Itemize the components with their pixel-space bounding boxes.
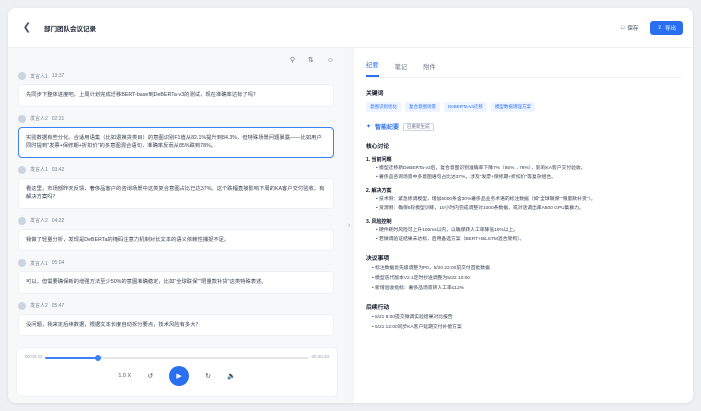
keyword-tag[interactable]: 模型数据增强方案 — [490, 102, 535, 112]
list-item: 发言人2 04:22 我做了轻量分析，发现是DeBERTa的掩码注意力机制对长文本… — [18, 216, 334, 251]
avatar — [18, 216, 26, 225]
core-item: • 资源侧：确保5轮模型训练，10小时内完成调整对1000条数据，或对话调出库A… — [376, 206, 584, 211]
page-title: 部门团队会议记录 — [44, 25, 96, 33]
core-title: 核心讨论 — [366, 144, 390, 150]
transcript-toolbar: ⚲ ⇅ ☺ — [8, 48, 344, 72]
followup-item: • 5/21 12:00同步KA客户延期交付补偿方案 — [372, 325, 462, 330]
forward-15-icon[interactable]: ↻ — [205, 372, 211, 380]
decision-item: • 标注数据优先级调整为P0，5/20 22:00前交付首批数据 — [372, 266, 490, 271]
chevron-right-icon: › — [347, 222, 351, 229]
total-time: 00:46:33 — [311, 354, 329, 359]
export-button[interactable]: ⇪ 导出 — [650, 20, 683, 35]
speaker-icon[interactable]: ☺ — [327, 57, 334, 64]
header: ❮ 部门团队会议记录 □ 保存 ⇪ 导出 — [8, 8, 693, 48]
message-bubble-active[interactable]: 实验数据有些分化。合适用语集（比如退换货类目）的意图识别F1值从82.1%提升到… — [18, 126, 334, 158]
play-icon: ▶ — [176, 373, 182, 380]
tab-bar: 纪要 笔记 附件 — [366, 58, 681, 78]
core-item: • 模型迁移新DeBERTa-v3后，复合意图识别准确率下降7%（85%→78%… — [376, 166, 586, 171]
keyword-tag[interactable]: 意图识别优化 — [366, 102, 401, 112]
keyword-tag[interactable]: DeBERTa-v3迁移 — [444, 102, 487, 112]
list-item: 发言人2 05:47 没问题，我来定后续数据，根据文本长度自动拆分要点，技术风险有… — [18, 301, 334, 336]
avatar — [18, 301, 26, 310]
message-bubble[interactable]: 看这里，市场部昨天反馈，奢侈品客户的咨询场景中这类复合意图占比已达37%。这个跌… — [18, 177, 334, 209]
decision-item: • 新增验收指标：奢侈品场景转人工率≤12% — [372, 286, 465, 291]
summary-panel: 纪要 笔记 附件 关键词 意图识别优化 复合意图场景 DeBERTa-v3迁移 … — [354, 48, 693, 403]
message-list: 发言人1 13:37 先同步下整体进度吧。上周计划完成迁移BERT-base到De… — [8, 72, 344, 336]
export-icon: ⇪ — [657, 24, 662, 31]
core-item: • 硬件耗时风险可上升100ms以内，以确保转人工率降低15%以上。 — [376, 228, 519, 233]
list-item: 发言人1 13:37 先同步下整体进度吧。上周计划完成迁移BERT-base到De… — [18, 72, 334, 107]
message-bubble[interactable]: 没问题，我来定后续数据，根据文本长度自动拆分要点，技术风险有多大？ — [18, 313, 334, 336]
core-heading: 3. 风险控制 — [366, 219, 392, 225]
followup-title: 后续行动 — [366, 305, 390, 311]
core-heading: 1. 当前问题 — [366, 157, 392, 163]
avatar — [18, 72, 26, 80]
list-item: 发言人1 05:04 可以。但需要确保新的增强方法至少50%的意图准确稳定，比如"… — [18, 259, 334, 294]
save-icon: □ — [621, 24, 625, 31]
app-window: ❮ 部门团队会议记录 □ 保存 ⇪ 导出 ⚲ ⇅ ☺ 发言人1 13:37 先同步下整… — [8, 8, 693, 403]
message-bubble[interactable]: 先同步下整体进度吧。上周计划完成迁移BERT-base到DeBERTa-v3的测… — [18, 84, 334, 107]
progress-fill — [45, 357, 98, 359]
followup-item: • 5/21 9:00提交微调实验结果对比报告 — [372, 315, 453, 320]
chevron-left-icon: ❮ — [22, 22, 32, 33]
play-button[interactable]: ▶ — [169, 366, 190, 386]
message-bubble[interactable]: 可以。但需要确保新的增强方法至少50%的意图准确稳定，比如"全球联保""限量款补… — [18, 271, 334, 294]
core-item: • 技术侧：紧急修调模型，增加5000条含30%奢侈品业务术语的标注数据（如"全… — [376, 197, 596, 202]
rewind-15-icon[interactable]: ↺ — [147, 372, 153, 380]
back-button[interactable]: ❮ — [18, 19, 36, 37]
core-item: • 若微调验证结果未达标，启用备选方案（BERT+BiLSTM混合架构）。 — [376, 237, 525, 242]
avatar — [18, 165, 26, 174]
progress-handle[interactable] — [94, 355, 101, 361]
list-item: 发言人1 03:42 看这里，市场部昨天反馈，奢侈品客户的咨询场景中这类复合意图占… — [18, 165, 334, 209]
speed-button[interactable]: 1.0 X — [118, 373, 131, 379]
tab-attachments[interactable]: 附件 — [423, 62, 436, 77]
current-time: 00:02:22 — [25, 354, 43, 359]
core-heading: 2. 解决方案 — [366, 188, 392, 194]
regenerated-badge[interactable]: 已重新生成 — [403, 122, 434, 131]
search-icon[interactable]: ⚲ — [290, 56, 295, 64]
decision-item: • 模型迭代版本V2.1定时抄送调整为5/22 10:00 — [372, 276, 470, 281]
list-item: 发言人2 02:31 实验数据有些分化。合适用语集（比如退换货类目）的意图识别F1… — [18, 114, 334, 158]
keyword-list: 意图识别优化 复合意图场景 DeBERTa-v3迁移 模型数据增强方案 — [366, 102, 681, 112]
translate-icon[interactable]: ⇅ — [308, 56, 314, 64]
transcript-panel: ⚲ ⇅ ☺ 发言人1 13:37 先同步下整体进度吧。上周计划完成迁移BERT-b… — [8, 48, 344, 403]
message-bubble[interactable]: 我做了轻量分析，发现是DeBERTa的掩码注意力机制对长文本的语义依赖性捕捉不足… — [18, 228, 334, 251]
core-item: • 奢侈品咨询场景中多意图语句占比达37%，涉及"发票+保修期+折扣价"等复杂组… — [376, 175, 556, 180]
tab-notes[interactable]: 笔记 — [395, 62, 408, 77]
panel-divider[interactable]: › — [344, 48, 354, 403]
avatar — [18, 259, 26, 267]
volume-icon[interactable]: 🔈 — [227, 372, 236, 380]
save-button[interactable]: □ 保存 — [614, 20, 646, 35]
tab-minutes[interactable]: 纪要 — [366, 60, 379, 77]
decision-title: 决议事项 — [366, 256, 390, 262]
keywords-title: 关键词 — [366, 91, 384, 97]
keyword-tag[interactable]: 复合意图场景 — [405, 102, 440, 112]
smart-minutes-title: ✦ 智能纪要 已重新生成 — [366, 122, 681, 131]
sparkle-icon: ✦ — [366, 124, 372, 130]
progress-track[interactable] — [45, 355, 309, 361]
avatar — [18, 114, 26, 123]
audio-player: 00:02:22 00:46:33 1.0 X ↺ ▶ ↻ 🔈 — [16, 347, 338, 397]
